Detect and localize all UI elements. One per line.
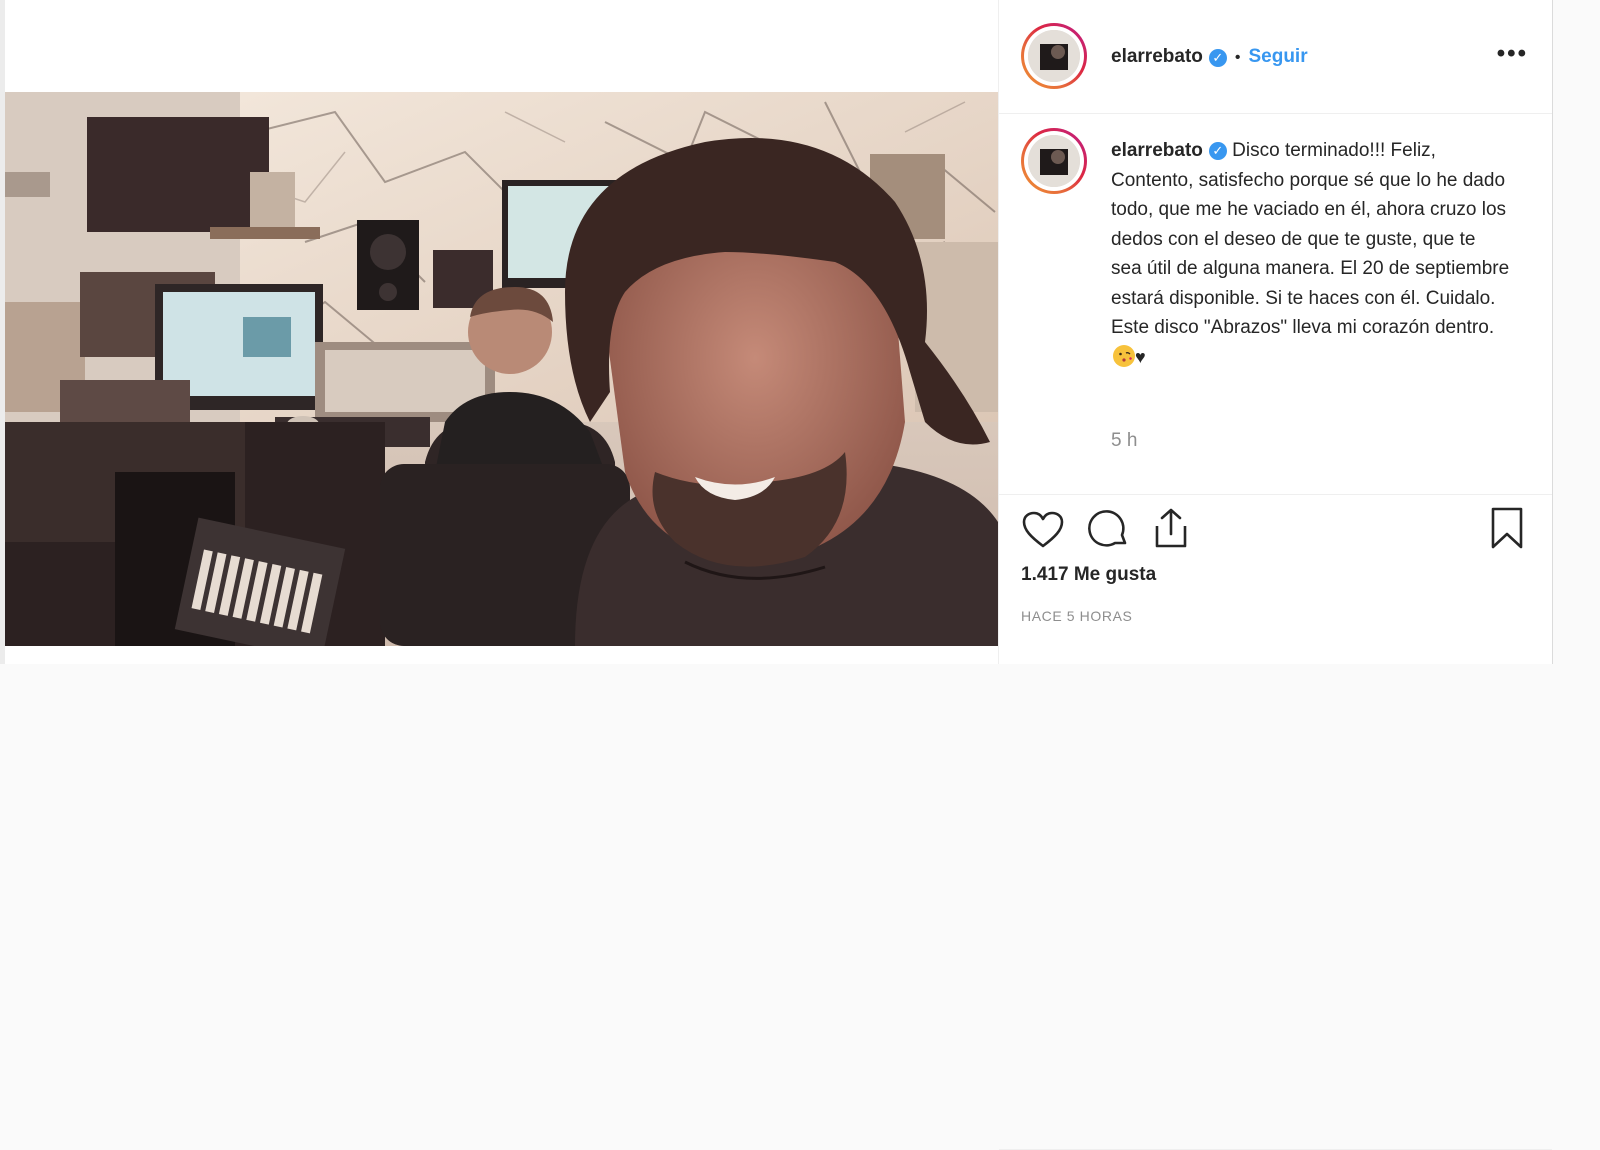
verified-badge-icon: ✓ — [1208, 141, 1227, 160]
studio-photo-illustration — [5, 92, 998, 646]
post-caption: elarrebato ✓ Disco terminado!!! Feliz, Co… — [1111, 136, 1511, 372]
more-options-icon[interactable]: ••• — [1497, 40, 1528, 68]
post-actions: 1.417 Me gusta HACE 5 HORAS — [999, 494, 1552, 1150]
author-avatar[interactable] — [1021, 23, 1087, 89]
avatar-photo — [1028, 30, 1080, 82]
black-heart-emoji: ♥ — [1135, 346, 1146, 367]
comment-timestamp[interactable]: 5 h — [1111, 430, 1137, 452]
bookmark-icon[interactable] — [1487, 506, 1527, 555]
avatar-photo — [1028, 135, 1080, 187]
comments-area: elarrebato ✓ Disco terminado!!! Feliz, Co… — [999, 114, 1552, 495]
header-user-line: elarrebato ✓ • Seguir — [1111, 44, 1308, 70]
post-side-panel: elarrebato ✓ • Seguir ••• elarrebato ✓ Disco… — [998, 0, 1552, 1150]
caption-username[interactable]: elarrebato — [1111, 140, 1203, 161]
separator-dot: • — [1234, 49, 1241, 66]
verified-badge-icon: ✓ — [1208, 48, 1227, 67]
caption-text: Disco terminado!!! Feliz, Contento, sati… — [1111, 140, 1510, 338]
heart-icon[interactable] — [1021, 510, 1065, 555]
author-username[interactable]: elarrebato — [1111, 46, 1203, 67]
post-photo[interactable] — [5, 92, 998, 646]
instagram-post: elarrebato ✓ • Seguir ••• elarrebato ✓ Disco… — [5, 0, 1553, 1150]
page-right-margin — [1553, 0, 1600, 664]
caption-avatar[interactable] — [1021, 128, 1087, 194]
kissing-face-emoji-icon — [1113, 344, 1135, 367]
post-header: elarrebato ✓ • Seguir ••• — [999, 0, 1552, 114]
media-area — [5, 0, 998, 664]
likes-count[interactable]: 1.417 Me gusta — [1021, 564, 1156, 586]
comment-icon[interactable] — [1087, 508, 1131, 557]
post-timestamp[interactable]: HACE 5 HORAS — [1021, 608, 1132, 624]
share-icon[interactable] — [1149, 506, 1193, 555]
follow-button[interactable]: Seguir — [1248, 46, 1307, 67]
